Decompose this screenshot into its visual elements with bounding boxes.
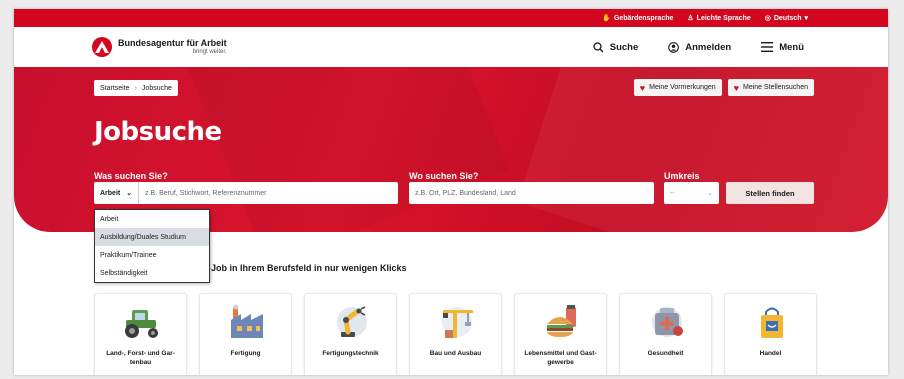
category-label: Fertigungstechnik	[322, 350, 379, 357]
medical-kit-icon	[652, 307, 683, 337]
job-type-dropdown: Arbeit Ausbildung/Duales Studium Praktik…	[94, 209, 210, 283]
what-search-field: Arbeit ⌄ z.B. Beruf, Stichwort, Referenz…	[94, 182, 398, 204]
logo-subtitle: bringt weiter.	[192, 49, 227, 55]
where-input[interactable]: z.B. Ort, PLZ, Bundesland, Land	[409, 182, 654, 204]
logo-title: Bundesagentur für Arbeit	[118, 38, 227, 48]
radius-label: Umkreis	[664, 171, 700, 181]
menu-button[interactable]: Menü	[761, 42, 804, 53]
hero-decoration	[178, 67, 510, 232]
breadcrumb-home[interactable]: Startseite	[100, 85, 130, 92]
page-title: Jobsuche	[94, 117, 222, 147]
easy-language-link[interactable]: ♙ Leichte Sprache	[687, 14, 750, 23]
sign-language-link[interactable]: ✋ Gebärdensprache	[602, 14, 673, 23]
chevron-down-icon: ▾	[804, 15, 808, 22]
main-nav: Suche Anmelden Menü	[593, 27, 804, 67]
factory-icon	[231, 304, 263, 338]
category-card[interactable]: Gesundheit	[619, 293, 712, 375]
section-title: Job in Ihrem Berufsfeld in nur wenigen K…	[211, 263, 407, 273]
logo-text[interactable]: Bundesagentur für Arbeit bringt weiter.	[118, 38, 227, 56]
breadcrumb-separator-icon: ›	[134, 84, 137, 92]
hamburger-icon	[761, 42, 774, 52]
ba-logo-icon[interactable]	[92, 37, 112, 57]
easy-language-icon: ♙	[687, 15, 694, 22]
chevron-down-icon: ⌄	[126, 190, 133, 197]
category-card[interactable]: Fertigungstechnik	[304, 293, 397, 375]
dropdown-option[interactable]: Ausbildung/Duales Studium	[95, 228, 209, 246]
category-label: Handel	[759, 350, 782, 357]
hero-banner: Startseite › Jobsuche ♥ Meine Vormerkung…	[14, 67, 888, 232]
chevron-down-icon: ⌄	[707, 190, 713, 197]
what-label: Was suchen Sie?	[94, 171, 168, 181]
user-icon	[668, 41, 680, 53]
what-input[interactable]: z.B. Beruf, Stichwort, Referenznummer	[139, 190, 266, 197]
breadcrumb-current: Jobsuche	[141, 84, 172, 92]
bookmarks-button[interactable]: ♥ Meine Vormerkungen	[633, 79, 722, 96]
category-card[interactable]: Fertigung	[199, 293, 292, 375]
saved-search-icon: ♥	[733, 82, 739, 93]
job-type-select[interactable]: Arbeit ⌄	[94, 182, 140, 204]
category-label: Bau und Ausbau	[429, 350, 482, 357]
category-card[interactable]: Bau und Ausbau	[409, 293, 502, 375]
category-card[interactable]: Handel	[724, 293, 817, 375]
category-cards: Land-, Forst- und Gar-tenbau Fertigung F…	[94, 293, 817, 375]
utility-bar: ✋ Gebärdensprache ♙ Leichte Sprache ◎ Deuts…	[14, 9, 888, 27]
tractor-icon	[125, 310, 158, 338]
category-label: Land-, Forst- und Gar-tenbau	[106, 350, 175, 366]
language-select[interactable]: ◎ Deutsch ▾	[764, 14, 808, 23]
dropdown-option[interactable]: Arbeit	[95, 210, 209, 228]
category-label: Fertigung	[230, 350, 261, 357]
dropdown-option[interactable]: Selbständigkeit	[95, 264, 209, 282]
search-icon	[593, 41, 604, 52]
globe-icon: ◎	[764, 15, 771, 22]
site-header: Bundesagentur für Arbeit bringt weiter. …	[14, 27, 888, 67]
breadcrumb: Startseite › Jobsuche	[94, 80, 178, 96]
crane-icon	[442, 307, 473, 338]
radius-select[interactable]: -- ⌄	[664, 182, 719, 204]
category-card[interactable]: Land-, Forst- und Gar-tenbau	[94, 293, 187, 375]
saved-searches-button[interactable]: ♥ Meine Stellensuchen	[727, 79, 814, 96]
shopping-bag-icon	[761, 307, 783, 338]
browser-page: ✋ Gebärdensprache ♙ Leichte Sprache ◎ Deuts…	[14, 9, 888, 375]
hand-icon: ✋	[602, 15, 611, 22]
search-nav-button[interactable]: Suche	[593, 41, 638, 53]
category-card[interactable]: Lebensmittel und Gast-gewerbe	[514, 293, 607, 375]
find-jobs-button[interactable]: Stellen finden	[726, 182, 814, 204]
login-button[interactable]: Anmelden	[668, 42, 731, 53]
dropdown-option[interactable]: Praktikum/Trainee	[95, 246, 209, 264]
food-icon	[547, 305, 576, 337]
category-label: Lebensmittel und Gast-gewerbe	[524, 350, 597, 366]
hero-links: ♥ Meine Vormerkungen ♥ Meine Stellensuch…	[633, 79, 814, 96]
category-label: Gesundheit	[647, 350, 684, 357]
robot-arm-icon	[337, 306, 367, 337]
heart-icon: ♥	[639, 82, 646, 93]
where-label: Wo suchen Sie?	[409, 171, 479, 181]
